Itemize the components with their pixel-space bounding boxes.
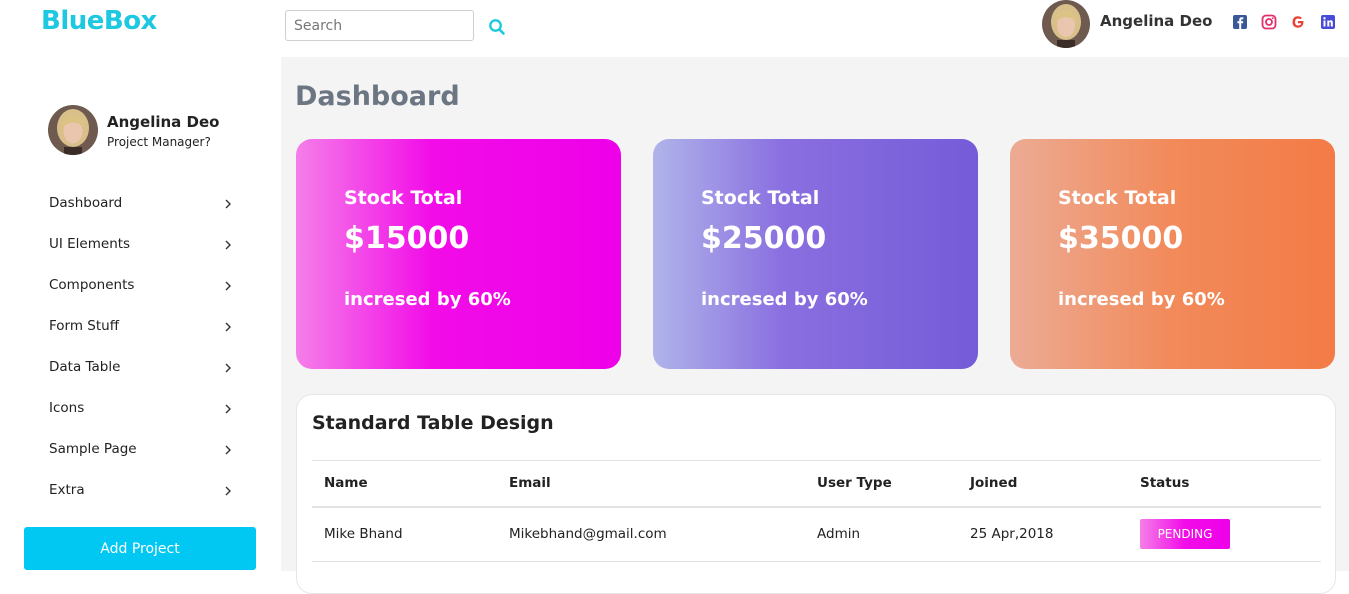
sidebar-item-icons[interactable]: Icons	[0, 390, 281, 431]
column-header-name[interactable]: Name	[312, 460, 497, 508]
cell-status: PENDING	[1128, 506, 1321, 562]
search-input[interactable]	[285, 10, 474, 41]
sidebar-item-label: Data Table	[49, 359, 121, 375]
stat-card[interactable]: Stock Total $15000 incresed by 60%	[296, 139, 621, 369]
sidebar-user-role: Project Manager?	[107, 135, 211, 149]
card-value: $25000	[701, 221, 827, 256]
sidebar-item-sample-page[interactable]: Sample Page	[0, 431, 281, 472]
cell-user-type: Admin	[805, 506, 958, 562]
top-bar: BlueBox Angelina Deo	[0, 0, 1349, 57]
table-title: Standard Table Design	[312, 412, 554, 434]
facebook-icon[interactable]	[1232, 14, 1248, 30]
sidebar-item-label: Form Stuff	[49, 318, 120, 334]
cell-joined: 25 Apr,2018	[958, 506, 1128, 562]
sidebar-item-label: Extra	[49, 482, 85, 498]
instagram-icon[interactable]	[1261, 14, 1277, 30]
stat-card[interactable]: Stock Total $25000 incresed by 60%	[653, 139, 978, 369]
main-content: Dashboard Stock Total $15000 incresed by…	[281, 57, 1349, 594]
sidebar-item-dashboard[interactable]: Dashboard	[0, 185, 281, 226]
chevron-right-icon	[222, 277, 234, 291]
chevron-right-icon	[222, 195, 234, 209]
card-label: Stock Total	[344, 187, 463, 209]
cell-email: Mikebhand@gmail.com	[497, 506, 805, 562]
table-card: Standard Table Design Name Email User Ty…	[296, 394, 1336, 594]
chevron-right-icon	[222, 236, 234, 250]
card-label: Stock Total	[1058, 187, 1177, 209]
card-note: incresed by 60%	[701, 289, 868, 310]
column-header-email[interactable]: Email	[497, 460, 805, 508]
table-row[interactable]: Mike Bhand Mikebhand@gmail.com Admin 25 …	[312, 506, 1321, 562]
add-project-button[interactable]: Add Project	[24, 527, 256, 570]
brand-logo[interactable]: BlueBox	[41, 6, 157, 36]
chevron-right-icon	[222, 318, 234, 332]
header-user-name[interactable]: Angelina Deo	[1100, 12, 1212, 30]
sidebar-item-label: Components	[49, 277, 135, 293]
table-header-row: Name Email User Type Joined Status	[312, 460, 1321, 508]
avatar[interactable]	[1042, 0, 1090, 48]
column-header-status[interactable]: Status	[1128, 460, 1321, 508]
sidebar-item-label: Dashboard	[49, 195, 123, 211]
sidebar-item-ui-elements[interactable]: UI Elements	[0, 226, 281, 267]
column-header-joined[interactable]: Joined	[958, 460, 1128, 508]
sidebar-user-name: Angelina Deo	[107, 113, 220, 131]
sidebar-item-data-table[interactable]: Data Table	[0, 349, 281, 390]
stat-card[interactable]: Stock Total $35000 incresed by 60%	[1010, 139, 1335, 369]
linkedin-icon[interactable]	[1320, 14, 1336, 30]
sidebar-item-label: Sample Page	[49, 441, 137, 457]
sidebar-item-components[interactable]: Components	[0, 267, 281, 308]
sidebar-item-label: UI Elements	[49, 236, 131, 252]
card-value: $35000	[1058, 221, 1184, 256]
sidebar-nav: Dashboard UI Elements Components Form St…	[0, 185, 281, 513]
card-value: $15000	[344, 221, 470, 256]
avatar[interactable]	[48, 105, 98, 155]
card-label: Stock Total	[701, 187, 820, 209]
sidebar-item-form-stuff[interactable]: Form Stuff	[0, 308, 281, 349]
card-note: incresed by 60%	[344, 289, 511, 310]
cell-name: Mike Bhand	[312, 506, 497, 562]
sidebar-item-extra[interactable]: Extra	[0, 472, 281, 513]
chevron-right-icon	[222, 482, 234, 496]
chevron-right-icon	[222, 441, 234, 455]
sidebar: Angelina Deo Project Manager? Dashboard …	[0, 57, 281, 571]
chevron-right-icon	[222, 400, 234, 414]
column-header-user-type[interactable]: User Type	[805, 460, 958, 508]
status-badge[interactable]: PENDING	[1140, 519, 1230, 550]
chevron-right-icon	[222, 359, 234, 373]
data-table: Name Email User Type Joined Status Mike …	[312, 460, 1321, 562]
card-note: incresed by 60%	[1058, 289, 1225, 310]
page-title: Dashboard	[295, 81, 460, 112]
search-icon[interactable]	[486, 16, 508, 38]
google-icon[interactable]	[1290, 14, 1306, 30]
sidebar-item-label: Icons	[49, 400, 85, 416]
